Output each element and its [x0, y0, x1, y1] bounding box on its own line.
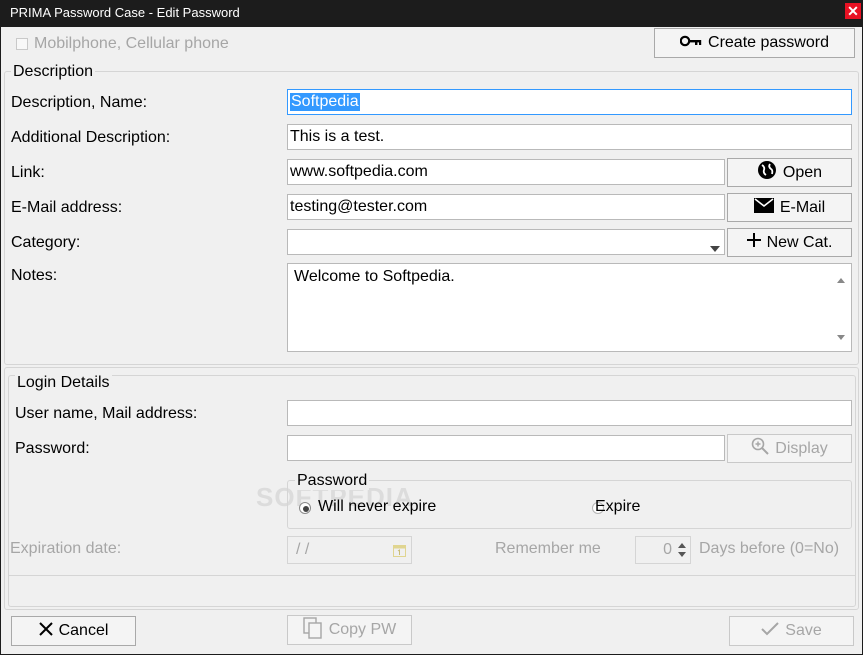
scroll-up-icon[interactable]: [837, 270, 845, 288]
remember-days-spinner[interactable]: 0: [635, 536, 691, 564]
mobilphone-checkbox[interactable]: [16, 38, 28, 50]
envelope-icon: [753, 197, 774, 218]
email-input[interactable]: testing@tester.com: [287, 194, 725, 220]
divider: [8, 575, 856, 576]
category-label: Category:: [11, 234, 81, 251]
display-label: Display: [775, 439, 828, 457]
mobilphone-label: Mobilphone, Cellular phone: [34, 35, 229, 52]
days-before-label: Days before (0=No): [699, 540, 840, 557]
never-expire-radio[interactable]: [299, 502, 311, 514]
copy-icon: [303, 616, 323, 644]
login-details-legend: Login Details: [15, 374, 112, 392]
description-name-value: Softpedia: [290, 93, 360, 111]
open-label: Open: [782, 163, 823, 181]
key-icon: [679, 34, 702, 52]
window-title: PRIMA Password Case - Edit Password: [10, 5, 240, 20]
send-email-button[interactable]: E-Mail: [727, 193, 852, 222]
spinner-arrows-icon[interactable]: [678, 542, 686, 558]
additional-description-label: Additional Description:: [11, 129, 171, 146]
display-password-button[interactable]: Display: [727, 434, 852, 463]
expiration-date-value: / /: [296, 541, 310, 558]
close-button[interactable]: ✕: [845, 3, 861, 19]
expire-label: Expire: [595, 498, 641, 515]
description-name-label: Description, Name:: [11, 94, 148, 111]
remember-me-label: Remember me: [495, 540, 601, 557]
new-cat-label: New Cat.: [766, 233, 833, 251]
email-button-label: E-Mail: [779, 198, 826, 216]
password-input[interactable]: [287, 435, 725, 461]
expiration-date-input[interactable]: / /: [287, 536, 412, 564]
create-password-label: Create password: [708, 34, 829, 51]
open-link-button[interactable]: Open: [727, 158, 852, 187]
link-label: Link:: [11, 164, 45, 181]
plus-icon: [746, 233, 761, 252]
create-password-button[interactable]: Create password: [654, 28, 855, 58]
never-expire-label: Will never expire: [318, 498, 437, 515]
username-label: User name, Mail address:: [15, 405, 198, 422]
link-input[interactable]: www.softpedia.com: [287, 159, 725, 185]
remember-days-value: 0: [663, 541, 672, 558]
email-label: E-Mail address:: [11, 199, 123, 216]
category-select[interactable]: [287, 229, 725, 255]
notes-label: Notes:: [11, 267, 58, 284]
chevron-down-icon: [710, 239, 720, 254]
cross-icon: [38, 621, 53, 641]
magnifier-icon: [751, 437, 769, 460]
copy-pw-label: Copy PW: [328, 621, 397, 638]
checkmark-icon: [761, 621, 779, 641]
calendar-icon[interactable]: [393, 544, 406, 562]
notes-value: Welcome to Softpedia.: [294, 268, 455, 285]
globe-icon: [757, 160, 777, 185]
cancel-label: Cancel: [58, 622, 109, 639]
title-bar: PRIMA Password Case - Edit Password ✕: [0, 0, 863, 27]
notes-textarea[interactable]: Welcome to Softpedia.: [287, 263, 852, 352]
save-button[interactable]: Save: [729, 616, 854, 646]
description-name-input[interactable]: Softpedia: [287, 89, 852, 115]
expiration-date-label: Expiration date:: [10, 540, 122, 557]
password-label: Password:: [15, 440, 90, 457]
additional-description-input[interactable]: This is a test.: [287, 124, 852, 150]
cancel-button[interactable]: Cancel: [11, 616, 136, 646]
new-category-button[interactable]: New Cat.: [727, 228, 852, 257]
description-legend: Description: [11, 63, 96, 81]
copy-pw-button[interactable]: Copy PW: [287, 615, 412, 645]
save-label: Save: [785, 622, 822, 639]
password-expiry-legend: Password: [295, 472, 370, 490]
scroll-down-icon[interactable]: [837, 327, 845, 345]
username-input[interactable]: [287, 400, 852, 426]
